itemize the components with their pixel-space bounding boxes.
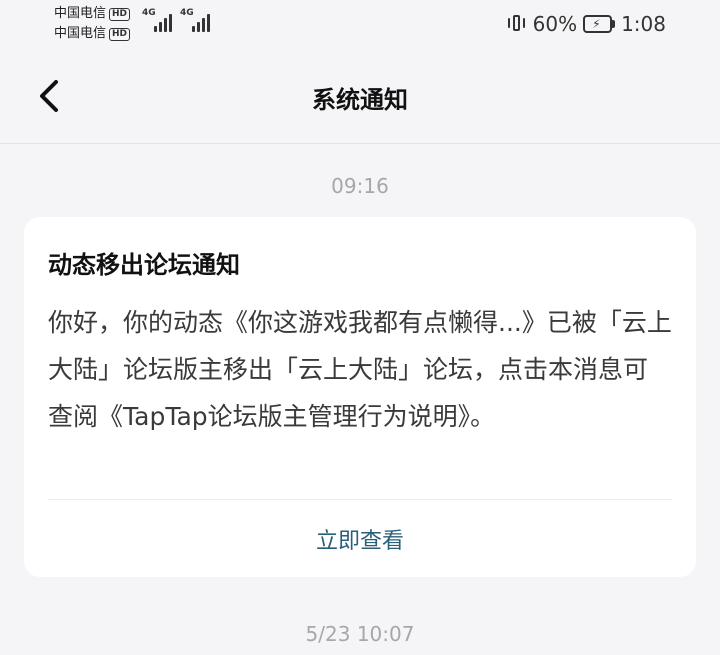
battery-percent: 60%	[532, 12, 578, 36]
hd-badge: HD	[109, 27, 131, 41]
message-timestamp: 09:16	[331, 174, 389, 198]
divider	[48, 499, 672, 500]
carrier-name: 中国电信	[54, 26, 107, 41]
signal-indicators: 4G 4G	[142, 8, 210, 32]
carrier-row-2: 中国电信 HD	[54, 24, 131, 44]
view-now-button[interactable]: 立即查看	[24, 523, 696, 555]
notification-card[interactable]: 动态移出论坛通知 你好，你的动态《你这游戏我都有点懒得...》已被「云上大陆」论…	[24, 217, 696, 577]
vibrate-icon	[507, 14, 527, 34]
message-timestamp: 5/23 10:07	[305, 622, 415, 646]
page-title: 系统通知	[312, 86, 408, 114]
battery-charging-icon: ⚡	[583, 15, 616, 33]
carrier-info: 中国电信 HD 中国电信 HD	[54, 4, 131, 44]
status-right: 60% ⚡ 1:08	[507, 12, 666, 36]
header: 系统通知	[0, 52, 720, 144]
signal-strength-icon: 4G	[180, 8, 210, 32]
notification-title: 动态移出论坛通知	[48, 251, 240, 279]
notification-body: 你好，你的动态《你这游戏我都有点懒得...》已被「云上大陆」论坛版主移出「云上大…	[48, 308, 672, 431]
carrier-name: 中国电信	[54, 6, 107, 21]
status-bar: 中国电信 HD 中国电信 HD 4G 4G 60% ⚡ 1:08	[0, 0, 720, 52]
signal-strength-icon: 4G	[142, 8, 172, 32]
clock: 1:08	[621, 12, 666, 36]
network-type-label: 4G	[142, 8, 156, 18]
hd-badge: HD	[109, 7, 131, 21]
carrier-row-1: 中国电信 HD	[54, 4, 131, 24]
network-type-label: 4G	[180, 8, 194, 18]
